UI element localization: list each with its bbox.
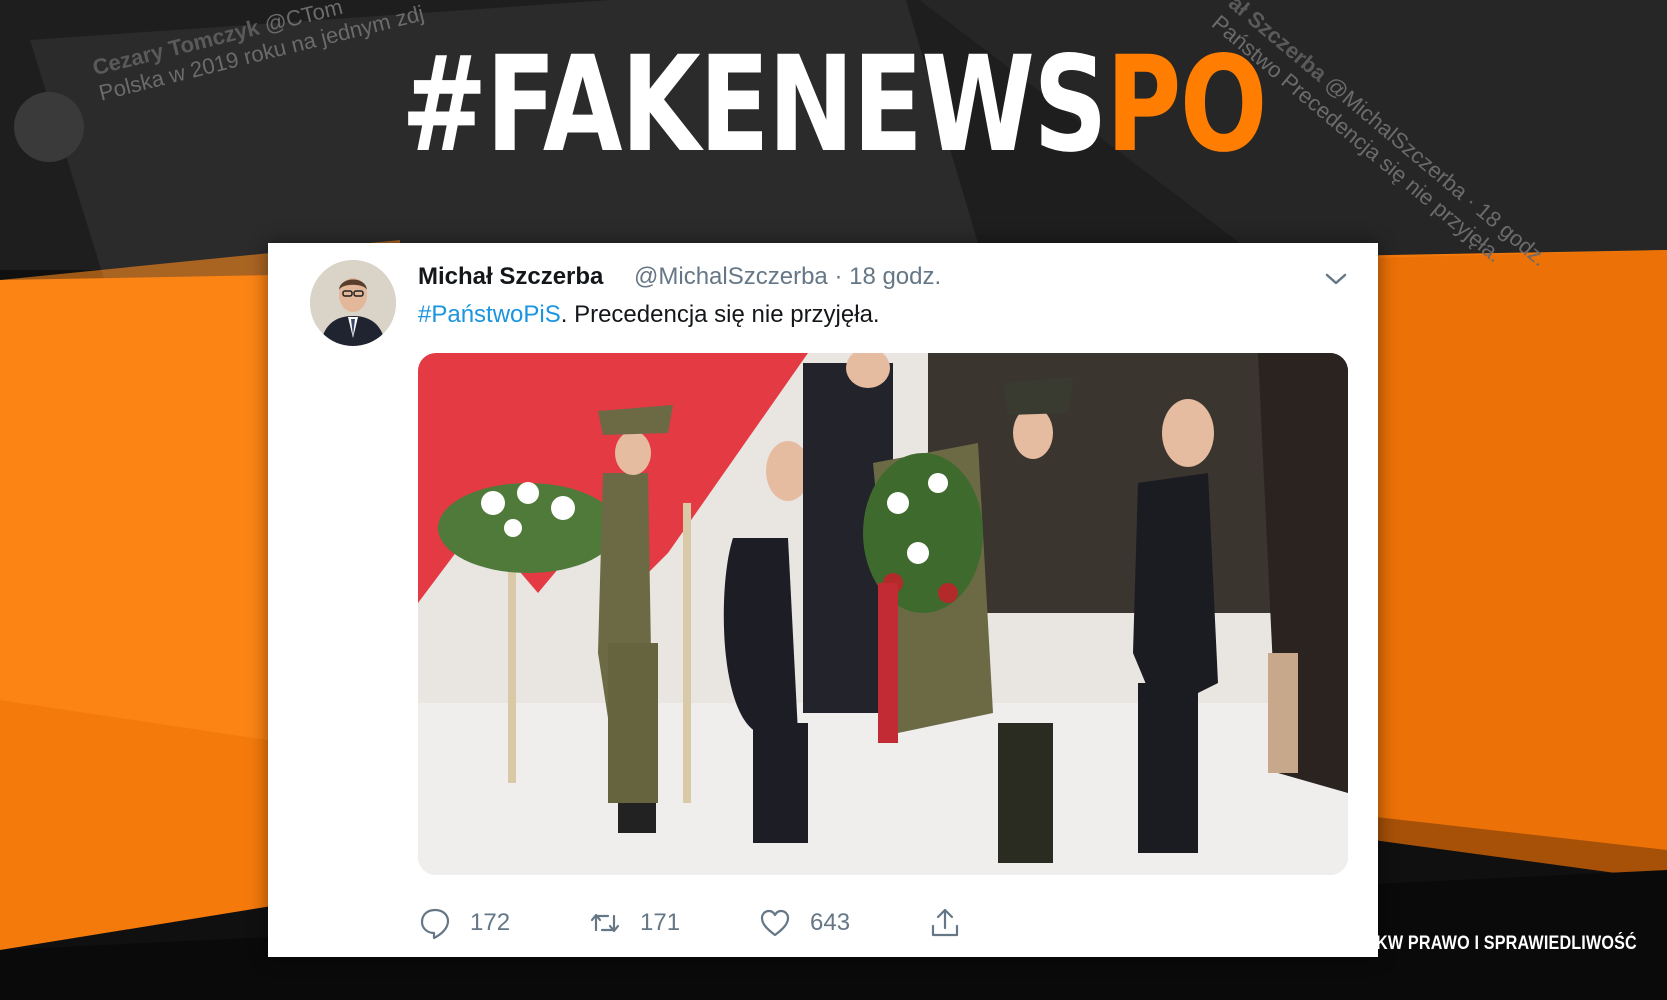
tweet-body: . Precedencja się nie przyjęła. [560,301,880,328]
reply-action[interactable]: 172 [418,903,510,943]
retweet-icon[interactable] [588,906,622,940]
ceremony-photo [418,353,1348,875]
author-handle[interactable]: @MichalSzczerba [634,263,828,290]
share-icon[interactable] [928,906,962,940]
like-count: 643 [810,909,851,936]
chevron-down-icon[interactable] [1322,267,1350,291]
author-handle-time[interactable]: @MichalSzczerba · 18 godz. [634,263,941,291]
tweet-photo[interactable] [418,353,1348,875]
background-avatar [14,92,84,162]
retweet-count: 171 [640,909,681,936]
like-action[interactable]: 643 [758,903,850,943]
reply-count: 172 [470,909,511,936]
footer-credit: KW PRAWO I SPRAWIEDLIWOŚĆ [1376,933,1637,954]
author-name[interactable]: Michał Szczerba [418,263,603,291]
like-icon[interactable] [758,906,792,940]
headline-banner: #FAKENEWSPO [183,30,1483,180]
headline-main: #FAKENEWS [401,28,1107,182]
hashtag-link[interactable]: #PaństwoPiS [418,301,561,328]
reply-icon[interactable] [418,906,452,940]
tweet-card: Michał Szczerba @MichalSzczerba · 18 god… [268,243,1378,957]
tweet-text: #PaństwoPiS. Precedencja się nie przyjęł… [418,301,880,329]
avatar[interactable] [310,260,396,346]
headline-accent: PO [1105,28,1267,182]
share-action[interactable] [928,903,980,943]
tweet-actions: 172 171 643 [418,903,1348,943]
tweet-time[interactable]: · 18 godz. [834,263,941,290]
retweet-action[interactable]: 171 [588,903,680,943]
avatar-portrait [310,260,396,346]
